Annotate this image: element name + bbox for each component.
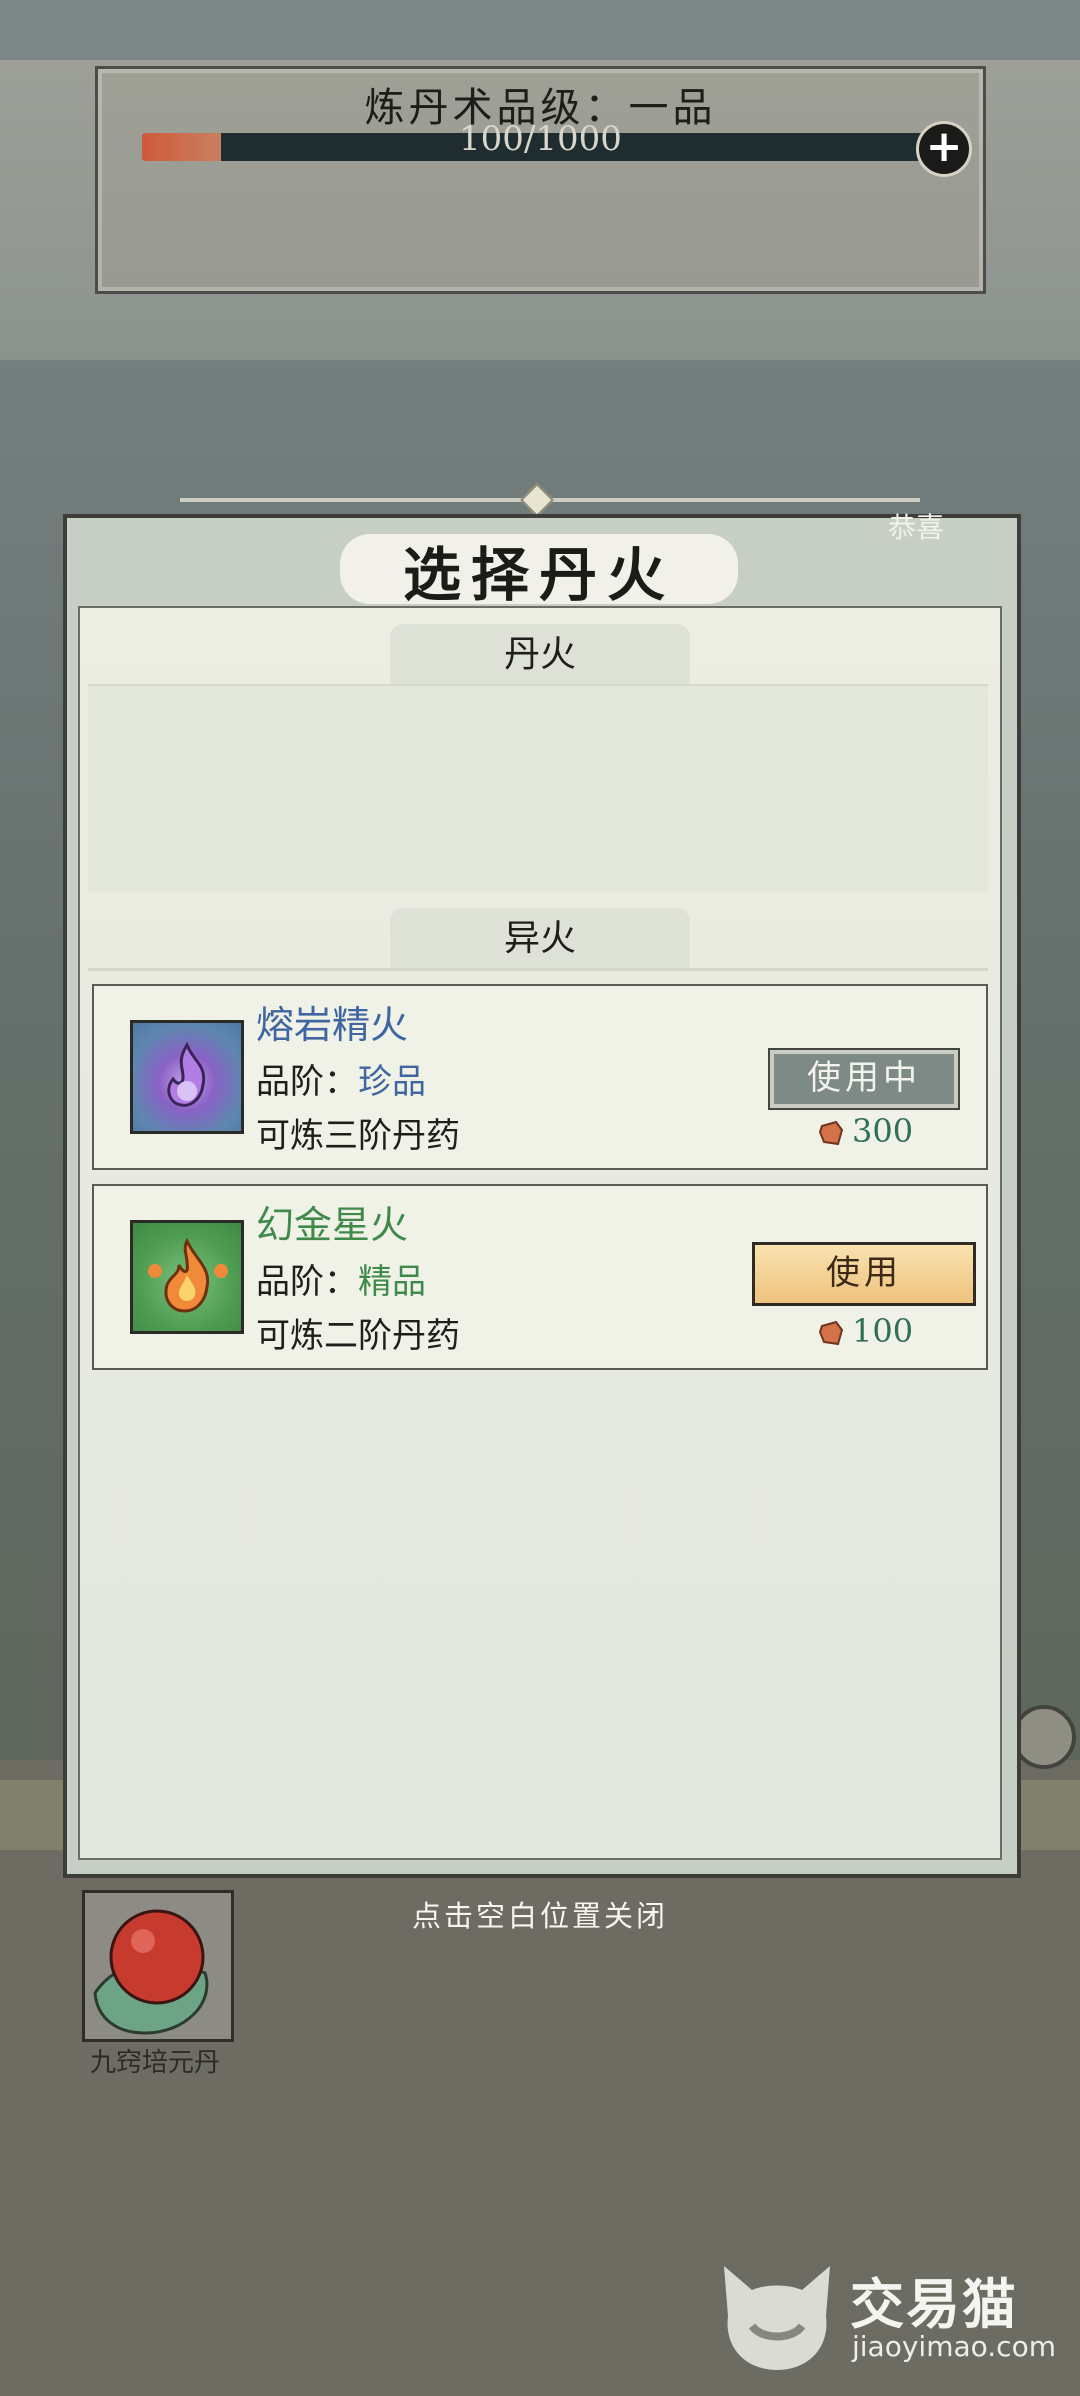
grade-progress-text: 100/1000	[459, 119, 622, 159]
use-button[interactable]: 使用	[752, 1242, 976, 1306]
fire-grade-row: 品阶：精品	[256, 1254, 426, 1303]
fire-grade-label: 品阶：	[256, 1062, 358, 1102]
pill-item-slot[interactable]	[82, 1890, 234, 2042]
modal-title: 选择丹火	[402, 541, 675, 609]
dan-fire-list-empty	[88, 686, 988, 892]
fire-card-lava[interactable]: 熔岩精火 品阶：珍品 可炼三阶丹药 使用中 300	[92, 984, 988, 1170]
fire-card-golden-star[interactable]: 幻金星火 品阶：精品 可炼二阶丹药 使用 100	[92, 1184, 988, 1370]
congrats-corner-text: 恭喜	[888, 511, 945, 544]
fire-cost: 300	[818, 1112, 913, 1150]
background-refresh-icon	[1012, 1705, 1076, 1769]
purple-flame-icon	[130, 1020, 244, 1134]
section-tab-strange-fire: 异火	[390, 908, 690, 970]
section-divider	[88, 968, 988, 971]
fire-cost-value: 300	[852, 1112, 914, 1150]
fire-grade-value: 精品	[358, 1262, 426, 1302]
spirit-stone-icon	[818, 1120, 844, 1146]
watermark-title: 交易猫	[850, 2273, 1018, 2336]
fire-name: 熔岩精火	[256, 1003, 409, 1047]
fire-cost: 100	[818, 1312, 913, 1350]
fire-cost-value: 100	[852, 1312, 914, 1350]
pill-item-name: 九窍培元丹	[89, 2048, 220, 2078]
fire-grade-row: 品阶：珍品	[256, 1054, 426, 1103]
fire-grade-value: 珍品	[358, 1062, 426, 1102]
in-use-button[interactable]: 使用中	[768, 1048, 960, 1110]
orange-flame-icon	[130, 1220, 244, 1334]
fire-grade-label: 品阶：	[256, 1262, 358, 1302]
fire-description: 可炼二阶丹药	[256, 1316, 460, 1356]
watermark-url: jiaoyimao.com	[852, 2330, 1056, 2363]
cat-logo-icon	[724, 2266, 830, 2370]
alchemy-grade-panel: 炼丹术品级：一品 100/1000 +	[95, 66, 986, 294]
fire-name: 幻金星火	[256, 1203, 409, 1247]
spirit-stone-icon	[818, 1320, 844, 1346]
fire-description: 可炼三阶丹药	[256, 1116, 460, 1156]
section-tab-dan-fire: 丹火	[390, 624, 690, 686]
red-pill-icon	[93, 1909, 209, 2035]
plus-icon[interactable]: +	[916, 121, 972, 177]
